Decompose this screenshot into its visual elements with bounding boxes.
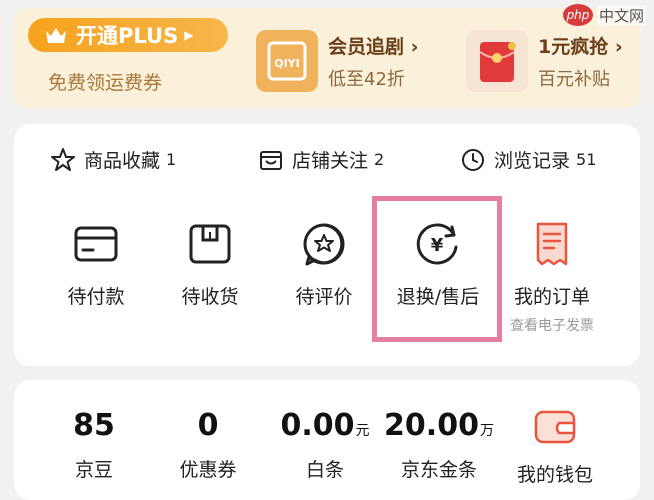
promo-subtitle: 百元补贴	[538, 68, 610, 90]
stat-count: 51	[576, 150, 597, 169]
order-pending-review[interactable]: 待评价	[269, 220, 379, 309]
refund-yuan-icon: ¥	[416, 223, 458, 265]
asset-baitiao[interactable]: 0.00元 白条	[270, 408, 380, 482]
wallet-card-icon	[74, 226, 118, 262]
stat-favorites[interactable]: 商品收藏 1	[50, 146, 176, 173]
plus-banner: 开通PLUS ▶ 免费领运费券 QIYI 会员追剧 › 低至42折 1元疯抢 ›	[14, 8, 640, 108]
stat-history[interactable]: 浏览记录 51	[460, 146, 596, 173]
order-refund-aftersale[interactable]: ¥ 退换/售后	[383, 220, 493, 309]
assets-card: 85 京豆 0 优惠券 0.00元 白条 20.00万 京东金条 我的钱包	[14, 380, 640, 500]
asset-coupons[interactable]: 0 优惠券	[153, 408, 263, 482]
asset-value: 85	[73, 408, 115, 443]
my-orders-card: 商品收藏 1 店铺关注 2 浏览记录 51 待付款 待收货 待评价 ¥ 退换/售…	[14, 124, 640, 366]
red-envelope-icon	[466, 30, 528, 92]
review-bubble-icon	[303, 223, 345, 266]
clock-icon	[462, 148, 484, 171]
receipt-icon	[536, 222, 568, 266]
asset-value: 20.00	[384, 408, 479, 443]
php-logo-icon: php	[562, 4, 593, 26]
promo-member-drama[interactable]: QIYI 会员追剧 › 低至42折	[256, 26, 418, 96]
my-orders[interactable]: 我的订单 查看电子发票	[497, 220, 607, 335]
asset-jintiao[interactable]: 20.00万 京东金条	[384, 408, 494, 482]
wallet-icon	[534, 410, 576, 444]
asset-label: 京东金条	[400, 459, 477, 481]
star-icon	[51, 147, 75, 171]
asset-jingdou[interactable]: 85 京豆	[39, 408, 149, 482]
promo-one-yuan[interactable]: 1元疯抢 › 百元补贴	[466, 26, 623, 96]
order-label: 待评价	[295, 286, 353, 308]
promo-title: 会员追剧	[328, 35, 405, 58]
crown-icon	[46, 28, 66, 43]
stat-label: 商品收藏	[84, 150, 161, 172]
order-label: 待付款	[67, 286, 125, 308]
watermark-text: 中文网	[596, 4, 646, 26]
order-label: 待收货	[181, 286, 239, 308]
order-label: 我的订单	[513, 286, 590, 308]
order-pending-receipt[interactable]: 待收货	[155, 220, 265, 309]
chevron-right-icon: ›	[410, 35, 419, 58]
asset-value: 0.00	[280, 408, 355, 443]
shop-icon	[260, 150, 282, 170]
stat-count: 2	[374, 150, 385, 169]
stats-row: 商品收藏 1 店铺关注 2 浏览记录 51	[14, 146, 640, 180]
view-invoice-link[interactable]: 查看电子发票	[497, 315, 607, 335]
watermark: php 中文网	[562, 4, 646, 26]
asset-value: 0	[197, 408, 219, 443]
open-plus-label: 开通PLUS	[76, 24, 179, 48]
asset-unit: 元	[355, 423, 370, 439]
asset-unit: 万	[479, 423, 494, 439]
free-shipping-coupon-text[interactable]: 免费领运费券	[48, 68, 162, 95]
qiyi-app-icon: QIYI	[256, 30, 318, 92]
chevron-right-icon: ›	[614, 35, 623, 58]
stat-shop-follow[interactable]: 店铺关注 2	[258, 146, 384, 173]
open-plus-button[interactable]: 开通PLUS ▶	[28, 18, 228, 52]
order-pending-payment[interactable]: 待付款	[41, 220, 151, 309]
stat-label: 浏览记录	[494, 150, 571, 172]
stat-count: 1	[166, 150, 177, 169]
package-icon	[189, 224, 231, 264]
asset-wallet[interactable]: 我的钱包	[500, 404, 610, 487]
chevron-right-icon: ▶	[184, 28, 194, 42]
order-label: 退换/售后	[396, 286, 480, 308]
svg-text:¥: ¥	[431, 235, 444, 256]
promo-subtitle: 低至42折	[328, 68, 405, 90]
asset-label: 白条	[305, 459, 344, 481]
asset-label: 我的钱包	[516, 464, 593, 486]
asset-label: 京豆	[74, 459, 113, 481]
asset-label: 优惠券	[179, 459, 237, 481]
svg-text:QIYI: QIYI	[274, 57, 300, 70]
promo-title: 1元疯抢	[538, 35, 609, 58]
stat-label: 店铺关注	[292, 150, 369, 172]
